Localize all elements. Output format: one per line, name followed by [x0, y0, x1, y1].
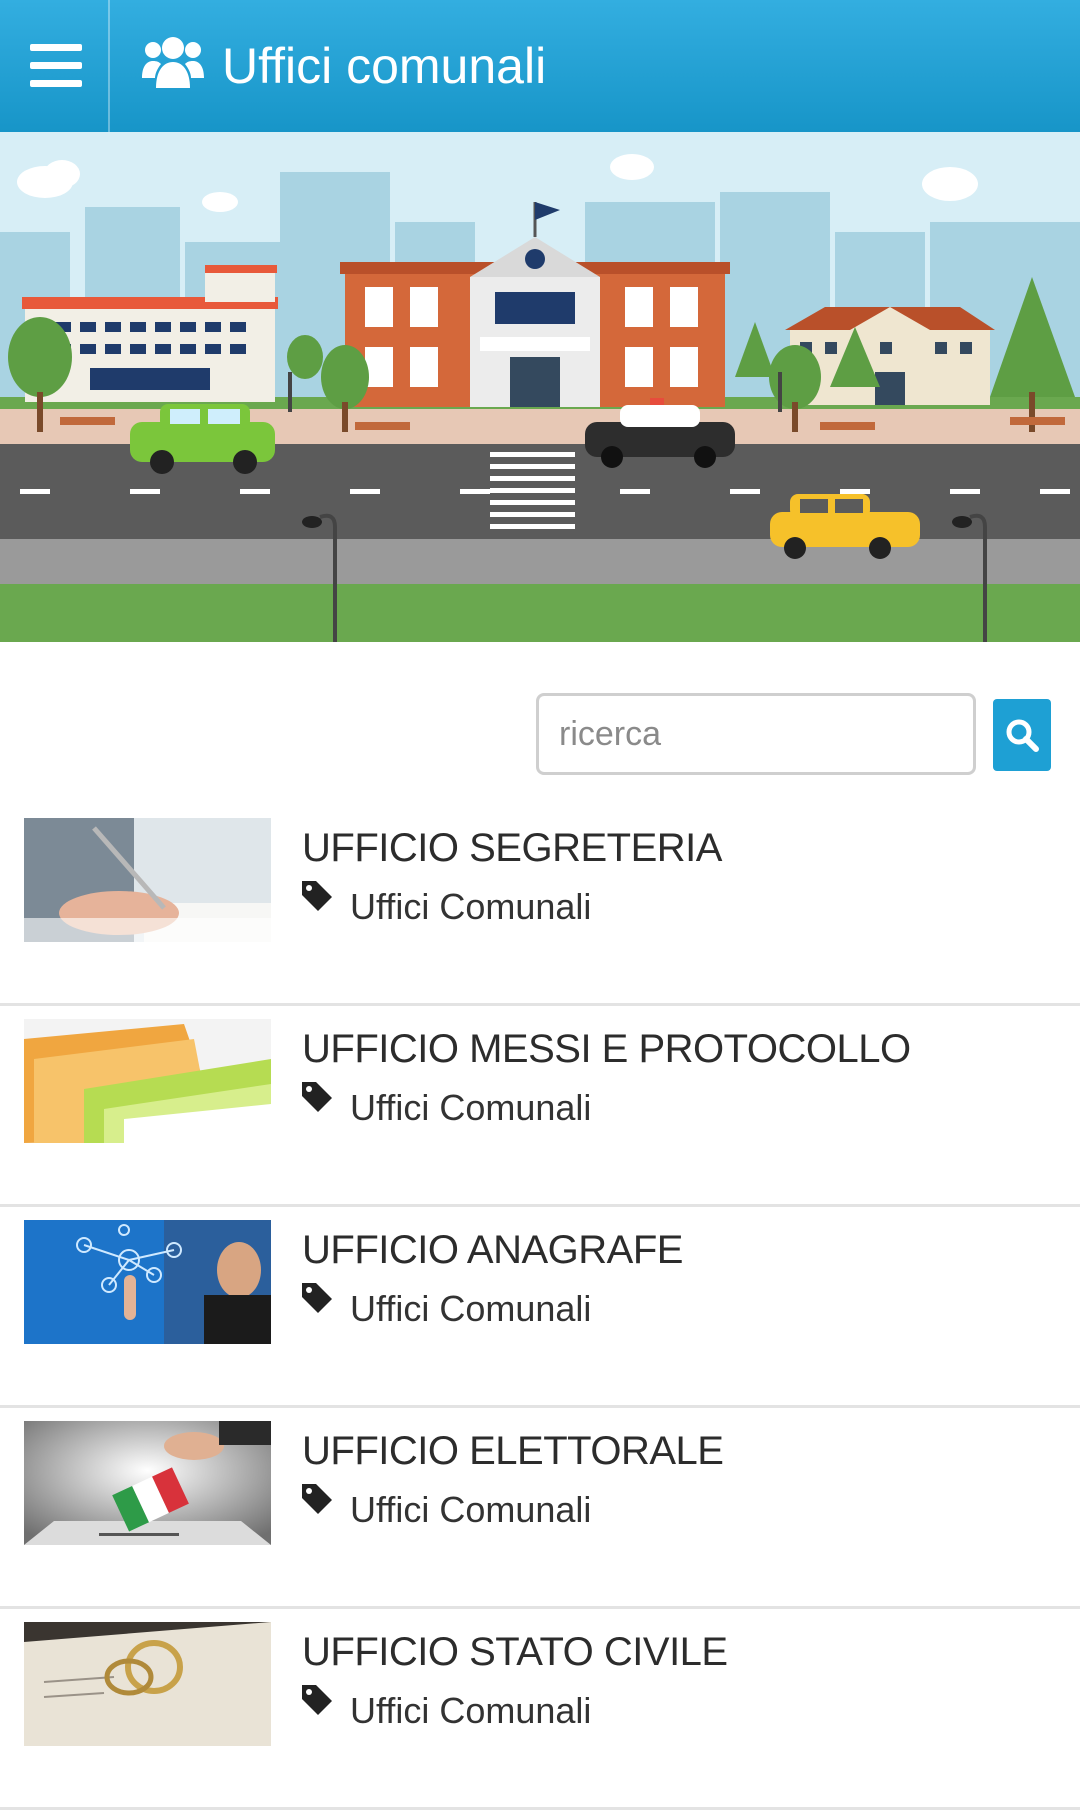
- list-item[interactable]: UFFICIO STATO CIVILE Uffici Comunali: [0, 1609, 1080, 1810]
- item-category: Uffici Comunali: [350, 1087, 592, 1128]
- item-title: UFFICIO MESSI E PROTOCOLLO: [302, 1027, 911, 1071]
- hamburger-icon-bar: [30, 44, 82, 51]
- item-category: Uffici Comunali: [350, 1288, 592, 1329]
- town-hall-banner: [0, 132, 1080, 642]
- item-title: UFFICIO ELETTORALE: [302, 1429, 724, 1473]
- search-icon: [1006, 719, 1039, 752]
- item-category: Uffici Comunali: [350, 886, 592, 927]
- item-category: Uffici Comunali: [350, 1489, 592, 1530]
- thumbnail-ballot: [24, 1421, 271, 1545]
- tag-icon: [302, 1484, 332, 1514]
- menu-button[interactable]: [0, 0, 110, 132]
- list-item[interactable]: UFFICIO SEGRETERIA Uffici Comunali: [0, 805, 1080, 1006]
- search-button[interactable]: [993, 699, 1051, 771]
- search-input[interactable]: [536, 693, 976, 775]
- item-title: UFFICIO STATO CIVILE: [302, 1630, 728, 1674]
- app-header: Uffici comunali: [0, 0, 1080, 132]
- item-title: UFFICIO ANAGRAFE: [302, 1228, 683, 1272]
- list-item[interactable]: UFFICIO MESSI E PROTOCOLLO Uffici Comuna…: [0, 1006, 1080, 1207]
- item-category: Uffici Comunali: [350, 1690, 592, 1731]
- list-item[interactable]: UFFICIO ELETTORALE Uffici Comunali: [0, 1408, 1080, 1609]
- hamburger-icon-bar: [30, 62, 82, 69]
- users-icon: [142, 37, 204, 88]
- thumbnail-rings: [24, 1622, 271, 1746]
- hamburger-icon-bar: [30, 80, 82, 87]
- tag-icon: [302, 1685, 332, 1715]
- tag-icon: [302, 1283, 332, 1313]
- list-item[interactable]: UFFICIO ANAGRAFE Uffici Comunali: [0, 1207, 1080, 1408]
- thumbnail-folders: [24, 1019, 271, 1143]
- tag-icon: [302, 1082, 332, 1112]
- thumbnail-network: [24, 1220, 271, 1344]
- tag-icon: [302, 881, 332, 911]
- thumbnail-writing: [24, 818, 271, 942]
- item-title: UFFICIO SEGRETERIA: [302, 826, 722, 870]
- page-title: Uffici comunali: [222, 38, 547, 94]
